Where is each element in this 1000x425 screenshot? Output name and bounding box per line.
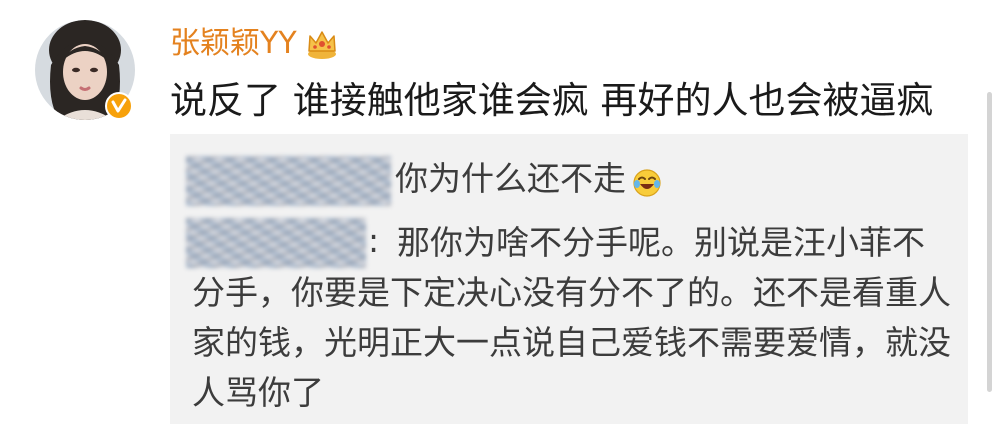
- verified-badge-icon: [105, 92, 133, 120]
- quoted-first-line: 你为什么还不走: [395, 156, 662, 202]
- comment-text: 说反了 谁接触他家谁会疯 再好的人也会被逼疯: [170, 79, 934, 122]
- crown-icon: [305, 27, 339, 61]
- quoted-reply: 那你为啥不分手呢。别说是汪小菲不分手，你要是下定决心没有分不了的。还不是看重人家…: [192, 223, 951, 412]
- quoted-question: 你为什么还不走: [395, 159, 626, 198]
- quoted-comment-box[interactable]: 你为什么还不走 : 那你为啥不分手呢。别说是汪小菲不分手，你要是下定决心没有分不…: [170, 134, 968, 424]
- username[interactable]: 张颖颖YY: [170, 24, 297, 64]
- redacted-username: [186, 156, 391, 206]
- scrollbar[interactable]: [987, 92, 992, 392]
- laughing-crying-emoji-icon: [632, 164, 662, 197]
- username-row: 张颖颖YY: [170, 24, 339, 64]
